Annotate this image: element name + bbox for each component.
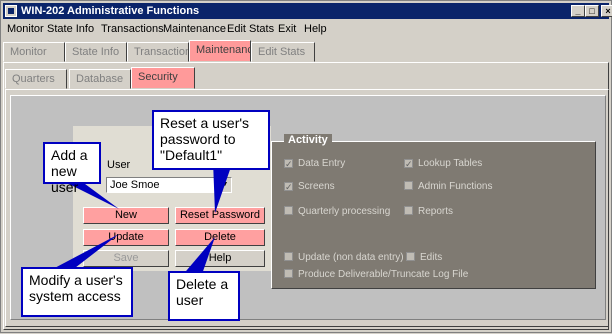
add-user-callout: Add a new user: [43, 142, 101, 195]
modify-user-callout: Modify a user's system access: [21, 267, 133, 317]
modify-callout-pointer: [49, 234, 119, 271]
app-window: WIN-202 Administrative Functions _ □ × M…: [0, 0, 612, 333]
delete-user-callout: Delete a user: [168, 271, 240, 321]
reset-password-callout: Reset a user's password to "Default1": [152, 110, 270, 170]
